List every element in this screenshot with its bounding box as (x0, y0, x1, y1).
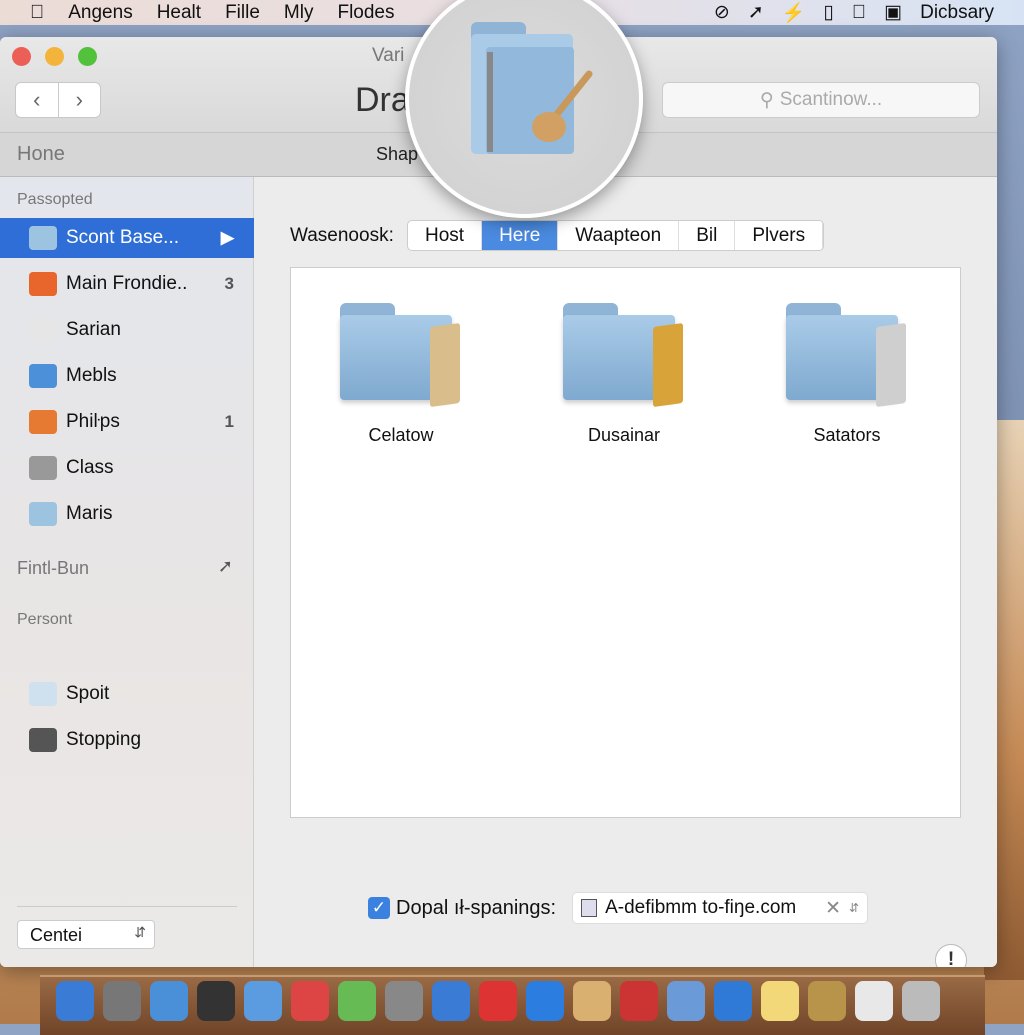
option-row: ✓ Dopal ıł-spanings: A-defibmm to-fiŋe.c… (368, 892, 869, 924)
dock-app-icon[interactable] (150, 981, 188, 1021)
dock-app-icon[interactable] (291, 981, 329, 1021)
dock-app-icon[interactable] (855, 981, 893, 1021)
menu-item[interactable]: Mly (284, 2, 314, 24)
dock-app-icon[interactable] (902, 981, 940, 1021)
dock-app-icon[interactable] (761, 981, 799, 1021)
send-icon[interactable]: ➚ (748, 1, 764, 24)
close-button[interactable] (12, 47, 31, 66)
apple-icon[interactable]:  (30, 2, 44, 24)
folder-item[interactable]: Dusainar (554, 303, 694, 446)
cup-icon[interactable]: ▯ (823, 1, 833, 24)
minimize-button[interactable] (45, 47, 64, 66)
item-icon (29, 728, 57, 752)
arrow-icon[interactable]: ➚ (218, 556, 233, 577)
apple-icon[interactable]:  (852, 2, 866, 24)
tab[interactable]: Here (482, 221, 559, 250)
bolt-icon[interactable]: ⚡ (782, 1, 806, 25)
folder-icon (786, 303, 908, 408)
dock-app-icon[interactable] (620, 981, 658, 1021)
url-field[interactable]: A-defibmm to-fiŋe.com ✕ ⇵ (572, 892, 869, 924)
dock-app-icon[interactable] (338, 981, 376, 1021)
item-icon (29, 410, 57, 434)
item-badge: ▶ (220, 228, 234, 247)
sidebar-section-header: Persont (17, 611, 73, 628)
menu-item[interactable]: Fille (225, 2, 260, 24)
item-icon (29, 226, 57, 250)
dock-app-icon[interactable] (244, 981, 282, 1021)
sidebar-item[interactable]: Spoit (0, 674, 254, 714)
segmented-tabs: Host Here Waapteon Bil Plvers (407, 220, 825, 251)
sidebar-item[interactable]: Class (0, 448, 254, 488)
toolbar-home[interactable]: Hone (17, 143, 65, 166)
clock-icon[interactable]: ⊘ (714, 1, 730, 24)
item-icon (29, 456, 57, 480)
page-title: Dra (355, 81, 410, 119)
dock-app-icon[interactable] (197, 981, 235, 1021)
dock (40, 975, 985, 1035)
magnified-folder-icon (405, 0, 643, 218)
sidebar-item[interactable]: Main Frondie.. 3 (0, 264, 254, 304)
search-input[interactable]: ⚲ Scantinow... (662, 82, 980, 118)
stepper-icon[interactable]: ⇵ (849, 901, 859, 915)
document-icon (581, 899, 598, 917)
sidebar-item[interactable]: Scont Base... ▶ (0, 218, 254, 258)
tab[interactable]: Waapteon (558, 221, 680, 250)
tab[interactable]: Bil (679, 221, 736, 250)
forward-button[interactable]: › (59, 83, 101, 117)
item-badge: 3 (224, 274, 234, 293)
folder-item[interactable]: Satators (777, 303, 917, 446)
tab[interactable]: Host (408, 221, 483, 250)
folder-icon (563, 303, 685, 408)
sidebar-section-header: Passopted (17, 191, 93, 208)
checkbox[interactable]: ✓ (368, 897, 390, 919)
item-icon (29, 682, 57, 706)
item-icon (29, 364, 57, 388)
back-button[interactable]: ‹ (16, 83, 59, 117)
item-icon (29, 318, 57, 342)
tab-label: Wasenoosk: (290, 225, 394, 246)
sidebar-item[interactable]: Mebls (0, 356, 254, 396)
clear-icon[interactable]: ✕ (825, 897, 841, 920)
dock-app-icon[interactable] (103, 981, 141, 1021)
dock-app-icon[interactable] (667, 981, 705, 1021)
battery-icon[interactable]: ▣ (884, 1, 902, 24)
file-grid: Celatow Dusainar Satators (290, 267, 961, 818)
main-pane: Wasenoosk: Host Here Waapteon Bil Plvers Cel… (255, 177, 997, 967)
menu-item[interactable]: Angens (68, 2, 132, 24)
sidebar-section-header: Fintl-Bun (17, 558, 90, 578)
item-badge: 1 (224, 412, 234, 431)
dock-app-icon[interactable] (573, 981, 611, 1021)
nav-buttons: ‹ › (15, 82, 101, 118)
tab[interactable]: Plvers (735, 221, 824, 250)
sidebar-item[interactable]: Stopping (0, 720, 254, 760)
dock-app-icon[interactable] (385, 981, 423, 1021)
menu-item[interactable]: Flodes (337, 2, 394, 24)
dock-app-icon[interactable] (808, 981, 846, 1021)
divider (17, 906, 237, 907)
folder-icon (340, 303, 462, 408)
chevron-updown-icon: ⇵ (134, 924, 146, 940)
sidebar-item[interactable]: Maris (0, 494, 254, 534)
menu-item[interactable]: Healt (157, 2, 201, 24)
help-button[interactable]: ! (935, 944, 967, 967)
location-popup[interactable]: Centei ⇵ (17, 920, 155, 949)
dock-app-icon[interactable] (714, 981, 752, 1021)
dock-app-icon[interactable] (479, 981, 517, 1021)
menu-clock[interactable]: Dicbsary (920, 2, 994, 24)
dock-app-icon[interactable] (432, 981, 470, 1021)
zoom-button[interactable] (78, 47, 97, 66)
folder-spoon-icon (471, 22, 593, 154)
checkbox-label: Dopal ıł-spanings: (396, 896, 557, 919)
sidebar: Passopted Scont Base... ▶ Main Frondie.. 3 S… (0, 177, 254, 967)
window-title: Vari (372, 45, 405, 66)
item-icon (29, 272, 57, 296)
sidebar-item[interactable]: Sarian (0, 310, 254, 350)
dock-app-icon[interactable] (526, 981, 564, 1021)
item-icon (29, 502, 57, 526)
folder-item[interactable]: Celatow (331, 303, 471, 446)
dock-app-icon[interactable] (56, 981, 94, 1021)
sidebar-item[interactable]: Phiŀps 1 (0, 402, 254, 442)
search-icon: ⚲ (759, 89, 774, 111)
